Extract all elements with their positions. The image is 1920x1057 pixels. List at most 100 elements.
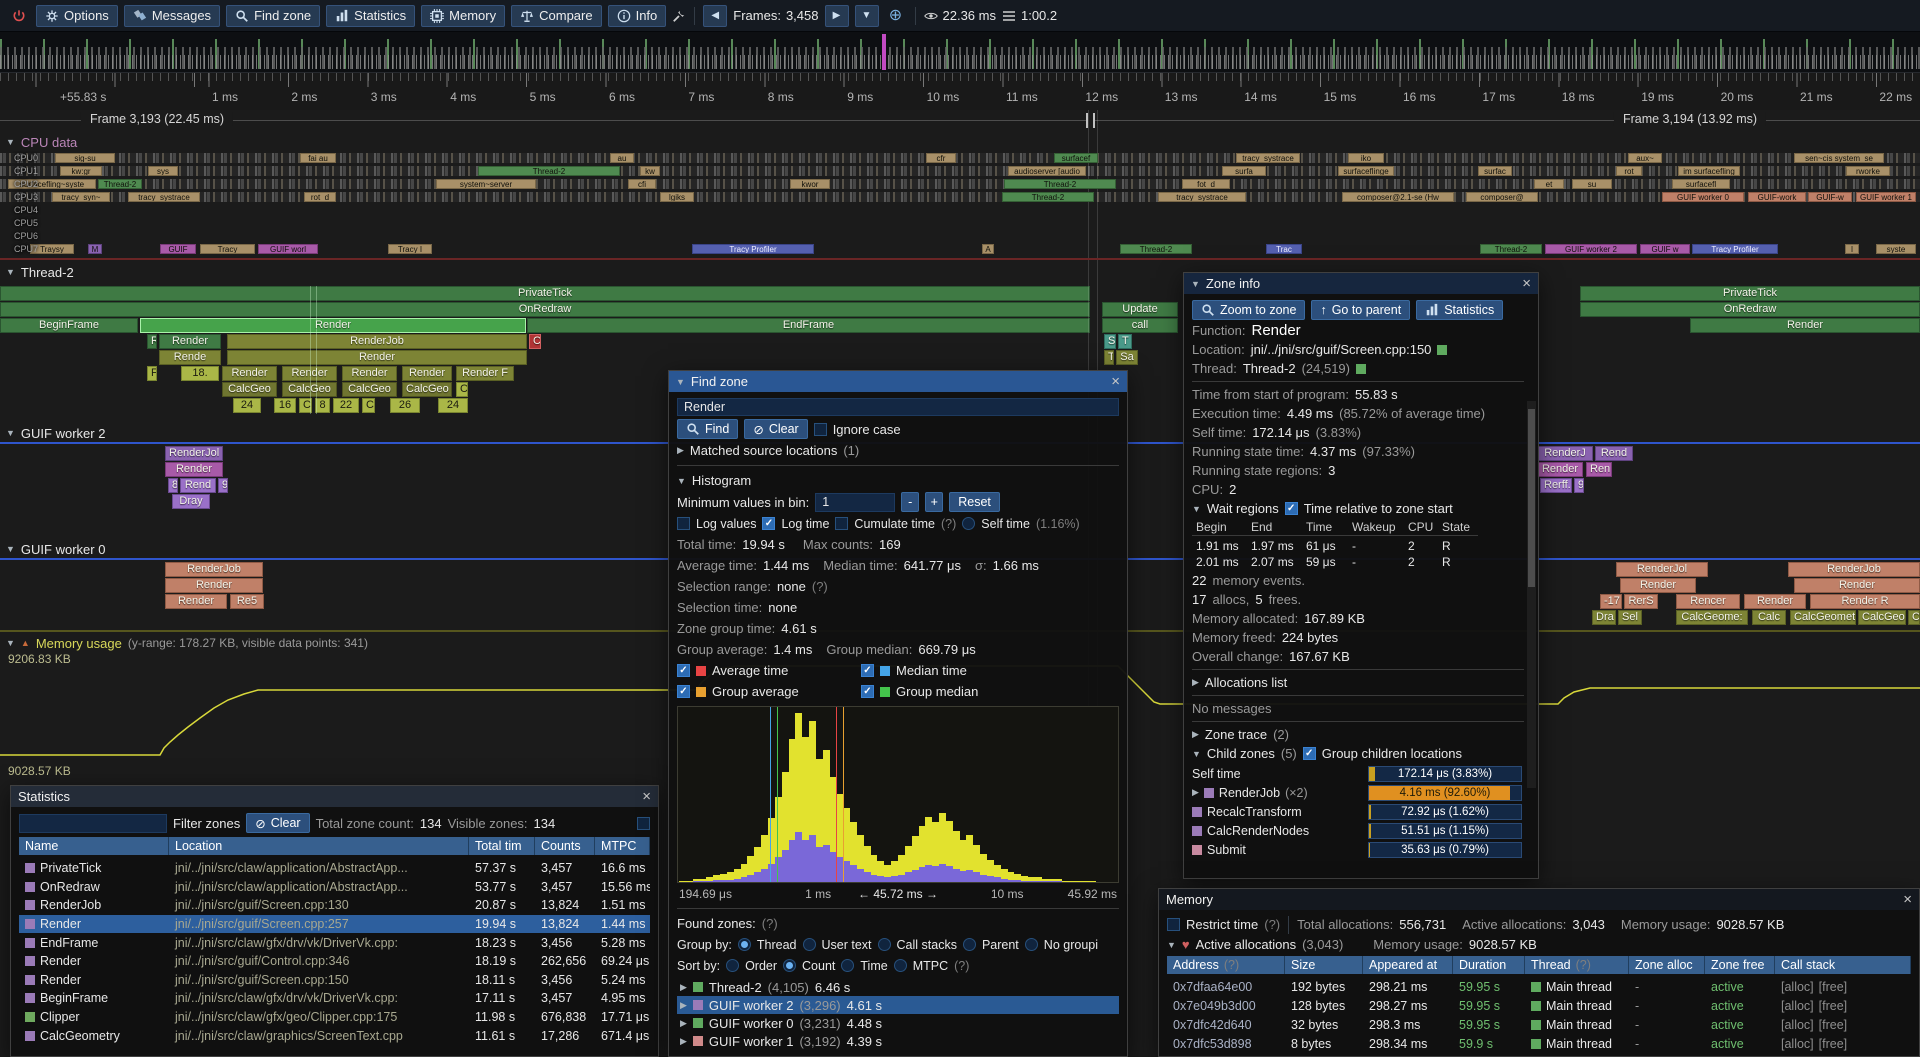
cpu-zone[interactable]: im surfacefling <box>1678 166 1740 176</box>
collapse-icon[interactable]: ▼ <box>6 137 15 147</box>
stats-table-row[interactable]: EndFramejni/../jni/src/claw/gfx/drv/vk/D… <box>19 933 650 952</box>
timeline-zone[interactable]: Dra <box>1592 610 1616 625</box>
child-zone-row[interactable]: RecalcTransform72.92 μs (1.62%) <box>1192 802 1524 821</box>
column-header[interactable]: Size <box>1285 956 1363 974</box>
frame-label[interactable]: Frame 3,193 (22.45 ms) <box>81 112 233 126</box>
memory-table-row[interactable]: 0x7dfc42d64032 bytes298.3 ms59.95 sMain … <box>1167 1015 1911 1034</box>
group-by-radio[interactable] <box>1025 938 1038 951</box>
timeline-zone[interactable]: CalcGeo <box>222 382 277 397</box>
collapse-icon[interactable]: ▶ <box>677 445 684 456</box>
collapse-icon[interactable]: ▼ <box>677 476 686 486</box>
column-header[interactable]: Call stack <box>1775 956 1911 974</box>
cpu-zone[interactable]: Tracy Profiler <box>692 244 814 254</box>
self-time-radio[interactable] <box>962 517 975 530</box>
group-by-radio[interactable] <box>738 938 751 951</box>
cpu-zone[interactable]: GUIF worker 0 <box>1662 192 1744 202</box>
cpu-zone[interactable]: Thread-2 <box>1004 179 1116 189</box>
timeline-zone[interactable]: CalcGeo <box>402 382 452 397</box>
thread-header[interactable]: ▼GUIF worker 2 <box>6 424 105 442</box>
timeline-zone[interactable]: Render R <box>1810 594 1920 609</box>
timeline-zone[interactable]: Ren <box>1586 462 1612 477</box>
cpu-zone[interactable]: GUIF worl <box>258 244 318 254</box>
zone-info-titlebar[interactable]: ▼ Zone info × <box>1184 273 1538 294</box>
timeline-zone[interactable]: Dray <box>172 494 210 509</box>
column-header[interactable]: State <box>1438 519 1478 536</box>
timeline-zone[interactable]: Render <box>402 366 452 381</box>
timeline-zone[interactable]: Render <box>1537 462 1583 477</box>
column-header[interactable]: Name <box>19 837 169 855</box>
column-header[interactable]: Zone alloc <box>1629 956 1705 974</box>
timeline-zone[interactable]: CalcGeo <box>1858 610 1906 625</box>
column-header[interactable]: Duration <box>1453 956 1525 974</box>
messages-button[interactable]: Messages <box>124 5 220 27</box>
allocations-list-toggle[interactable]: ▶Allocations list <box>1192 674 1524 691</box>
clear-filter-button[interactable]: ⊘Clear <box>246 813 309 833</box>
collapse-icon[interactable]: ▼ <box>676 377 685 387</box>
group-by-radio[interactable] <box>878 938 891 951</box>
cpu-data-header[interactable]: ▼ CPU data <box>6 133 77 151</box>
collapse-icon[interactable]: ▶ <box>1192 729 1199 740</box>
timeline-zone[interactable]: 22 <box>333 398 359 413</box>
cpu-zone[interactable]: system~server <box>436 179 536 189</box>
timeline-zone[interactable]: C <box>529 334 541 349</box>
timeline-zone[interactable]: Render <box>165 462 223 477</box>
frame-label[interactable]: Frame 3,194 (13.92 ms) <box>1614 112 1766 126</box>
frame-markers[interactable]: Frame 3,193 (22.45 ms) Frame 3,194 (13.9… <box>0 110 1920 130</box>
find-zone-search-input[interactable] <box>677 398 1119 416</box>
frames-overview[interactable] <box>0 32 1920 73</box>
cpu-zone[interactable]: fot_d <box>1182 179 1230 189</box>
timeline-zone[interactable]: Render <box>1794 578 1920 593</box>
time-relative-checkbox[interactable] <box>1285 502 1298 515</box>
collapse-icon[interactable]: ▼ <box>1167 940 1176 950</box>
cpu-zone[interactable]: Trac <box>1266 244 1302 254</box>
zone-trace-toggle[interactable]: ▶Zone trace(2) <box>1192 726 1524 743</box>
timeline-zone[interactable]: RenderJob <box>1788 562 1920 577</box>
column-header[interactable]: Begin <box>1192 519 1247 536</box>
wait-regions-toggle[interactable]: ▼ Wait regions Time relative to zone sta… <box>1192 500 1524 517</box>
timeline-zone[interactable]: Calc <box>1752 610 1786 625</box>
timeline-zone[interactable]: 24 <box>233 398 261 413</box>
stats-table-row[interactable]: Renderjni/../jni/src/guif/Control.cpp:34… <box>19 952 650 971</box>
close-icon[interactable]: × <box>1522 276 1531 291</box>
cpu-zone[interactable]: GUIF-w <box>1808 192 1852 202</box>
timeline-zone[interactable]: Render <box>342 366 397 381</box>
time-ruler[interactable]: +55.83 s1 ms2 ms3 ms4 ms5 ms6 ms7 ms8 ms… <box>0 73 1920 110</box>
group-children-checkbox[interactable] <box>1303 747 1316 760</box>
timeline-zone[interactable]: Render <box>140 318 526 333</box>
zone-thread[interactable]: Thread-2 <box>1243 361 1296 376</box>
timeline-zone[interactable]: 9 <box>218 478 228 493</box>
timeline-zone[interactable]: S <box>1104 334 1116 349</box>
cpu-zone[interactable]: Tracy <box>200 244 255 254</box>
min-bin-input[interactable] <box>815 493 895 512</box>
cpu-zone[interactable]: rot_d <box>304 192 336 202</box>
cpu-zone[interactable]: aux~ <box>1628 153 1662 163</box>
timeline-zone[interactable]: T <box>1118 334 1132 349</box>
cpu-zone[interactable]: GUIF worker 1 <box>1856 192 1916 202</box>
collapse-icon[interactable]: ▶ <box>1192 677 1199 688</box>
prev-frame-button[interactable]: ◀ <box>703 5 727 27</box>
cpu-zone[interactable]: tracy_systrace <box>1158 192 1246 202</box>
column-header[interactable]: Wakeup <box>1348 519 1404 536</box>
timeline-zone[interactable]: C <box>362 398 375 413</box>
cpu-zone[interactable]: au <box>610 153 634 163</box>
compare-button[interactable]: Compare <box>511 5 601 27</box>
average-time-checkbox[interactable] <box>677 664 690 677</box>
cpu-zone[interactable]: GUIF <box>160 244 196 254</box>
child-zone-row[interactable]: CalcRenderNodes51.51 μs (1.15%) <box>1192 821 1524 840</box>
timeline-zone[interactable]: RenderJ <box>1537 446 1593 461</box>
active-allocations-toggle[interactable]: ▼ ♥ Active allocations (3,043) Memory us… <box>1167 936 1911 953</box>
timeline-zone[interactable]: Render <box>222 366 277 381</box>
timeline-zone[interactable]: PrivateTick <box>1580 286 1920 301</box>
cpu-zone[interactable]: audioserver [audio <box>1008 166 1086 176</box>
group-median-checkbox[interactable] <box>861 685 874 698</box>
timeline-zone[interactable]: RenderJol <box>165 446 223 461</box>
timeline-zone[interactable]: C <box>1908 610 1920 625</box>
column-header[interactable]: Total tim <box>469 837 535 855</box>
log-values-checkbox[interactable] <box>677 517 690 530</box>
memory-usage-header[interactable]: ▼ ▲ Memory usage (y-range: 178.27 KB, vi… <box>6 634 368 652</box>
timeline-zone[interactable]: R <box>147 334 157 349</box>
cpu-zone[interactable]: lgiks <box>660 192 694 202</box>
stats-table-row[interactable]: CalcGeometryjni/../jni/src/claw/graphics… <box>19 1026 650 1045</box>
column-header[interactable]: Thread(?) <box>1525 956 1629 974</box>
child-zone-row[interactable]: ▶RenderJob(×2)4.16 ms (92.60%) <box>1192 783 1524 802</box>
